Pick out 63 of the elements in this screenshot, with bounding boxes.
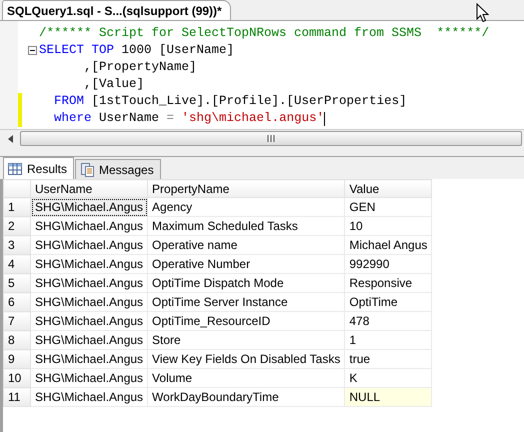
row-header[interactable]: 8 (4, 330, 30, 350)
table-cell: GEN (344, 198, 432, 216)
row-header[interactable]: 10 (4, 368, 30, 388)
table-cell: SHG\Michael.Angus (30, 330, 148, 350)
row-header[interactable]: 11 (4, 388, 30, 406)
document-icon (80, 162, 94, 176)
table-cell: OptiTime (344, 292, 432, 312)
table-cell: SHG\Michael.Angus (30, 254, 148, 274)
table-cell: Responsive (344, 274, 432, 292)
result-tab[interactable]: Results (3, 157, 74, 179)
result-tab[interactable]: Messages (75, 159, 161, 179)
row-header[interactable]: 7 (4, 312, 30, 330)
code-line: FROM [1stTouch_Live].[Profile].[UserProperties] (53, 93, 407, 110)
code-line: /****** Script for SelectTopNRows command from SSMS ******/ (39, 25, 490, 42)
table-cell: Agency (148, 198, 345, 216)
table-cell: true (344, 350, 432, 368)
scroll-thumb[interactable] (20, 131, 522, 146)
table-cell: SHG\Michael.Angus (30, 216, 148, 236)
table-cell: 1 (344, 330, 432, 350)
table-cell: View Key Fields On Disabled Tasks (148, 350, 345, 368)
column-header[interactable]: Value (344, 180, 432, 198)
code-line: ,[PropertyName] (83, 59, 197, 76)
table-cell: K (344, 368, 432, 388)
table-cell: Volume (148, 368, 345, 388)
row-header[interactable]: 6 (4, 292, 30, 312)
table-cell: SHG\Michael.Angus (30, 368, 148, 388)
table-cell: Operative name (148, 236, 345, 254)
table-cell: 10 (344, 216, 432, 236)
table-cell: SHG\Michael.Angus (30, 312, 148, 330)
code-editor[interactable]: /****** Script for SelectTopNRows command from SSMS ******/ SELECT TOP 1000 [UserName] ,[PropertyName] ,[Value] FROM [1stTouch_Live].[Profile].[UserProperties] where UserName = 'shg\michael.angus' (0, 20, 524, 129)
table-cell: OptiTime Server Instance (148, 292, 345, 312)
table-cell: Operative Number (148, 254, 345, 274)
row-header[interactable]: 3 (4, 236, 30, 254)
collapse-icon[interactable] (28, 46, 37, 55)
mouse-pointer-icon (476, 3, 490, 23)
column-header[interactable]: PropertyName (148, 180, 345, 198)
table-cell: 478 (344, 312, 432, 330)
code-line: ,[Value] (83, 76, 144, 93)
row-header[interactable]: 5 (4, 274, 30, 292)
grid-icon (8, 162, 22, 174)
table-cell: NULL (344, 388, 432, 406)
table-cell: OptiTime_ResourceID (148, 312, 345, 330)
row-header[interactable]: 4 (4, 254, 30, 274)
table-cell: SHG\Michael.Angus (30, 274, 148, 292)
table-cell: SHG\Michael.Angus (30, 292, 148, 312)
row-header[interactable]: 1 (4, 198, 30, 216)
code-line: SELECT TOP 1000 [UserName] (39, 42, 234, 59)
table-cell: OptiTime Dispatch Mode (148, 274, 345, 292)
code-line: where UserName = 'shg\michael.angus' (53, 110, 324, 127)
table-cell: Maximum Scheduled Tasks (148, 216, 345, 236)
horizontal-scrollbar[interactable] (0, 129, 524, 147)
table-cell: SHG\Michael.Angus (30, 388, 148, 406)
column-header[interactable]: UserName (30, 180, 148, 198)
table-cell: SHG\Michael.Angus (30, 350, 148, 368)
document-tab[interactable]: SQLQuery1.sql - S...(sqlsupport (99))* (2, 0, 231, 20)
table-cell: Store (148, 330, 345, 350)
row-header[interactable]: 2 (4, 216, 30, 236)
table-cell: SHG\Michael.Angus (30, 198, 148, 216)
row-header[interactable]: 9 (4, 350, 30, 368)
table-cell: 992990 (344, 254, 432, 274)
table-cell: WorkDayBoundaryTime (148, 388, 345, 406)
table-cell: Michael Angus (344, 236, 432, 254)
table-cell: SHG\Michael.Angus (30, 236, 148, 254)
